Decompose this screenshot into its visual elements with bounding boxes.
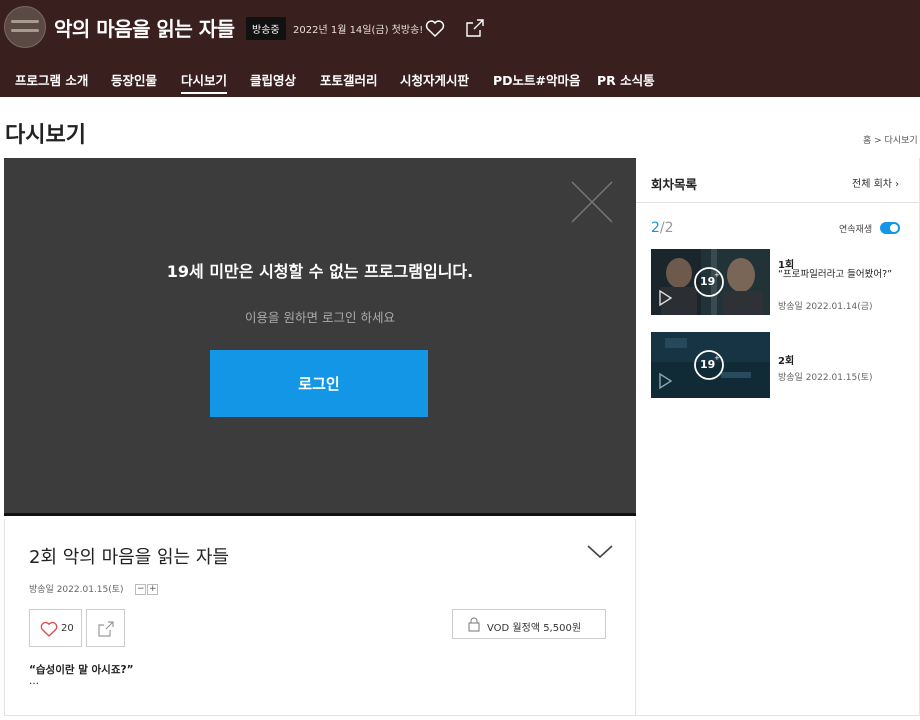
episode-thumbnail[interactable]: 19 + — [651, 249, 770, 315]
episode-air-date: 방송일 2022.01.14(금) — [778, 302, 873, 312]
episode-number: 2회 — [778, 356, 795, 367]
episode-subtitle: “프로파일러라고 들어봤어?” — [778, 269, 893, 280]
episode-more-text: … — [29, 676, 39, 687]
tab-pr-news[interactable]: PR 소식통 — [597, 70, 655, 89]
share-icon[interactable] — [463, 16, 487, 40]
autoplay-label: 연속재생 — [839, 225, 873, 235]
tab-intro[interactable]: 프로그램 소개 — [15, 70, 88, 89]
episode-list-header: 회차목록 전체 회차 › — [636, 158, 920, 203]
login-button[interactable]: 로그인 — [210, 350, 428, 417]
rating-plus: + — [714, 354, 720, 362]
episode-counter: 2/2 — [651, 220, 674, 236]
autoplay-toggle[interactable] — [880, 222, 900, 234]
episode-item-2[interactable]: 19 + 2회 방송일 2022.01.15(토) — [651, 332, 911, 402]
rating-plus: + — [714, 271, 720, 279]
program-logo[interactable] — [4, 6, 46, 48]
tab-viewer-board[interactable]: 시청자게시판 — [400, 70, 469, 89]
vod-subscription-button[interactable]: VOD 월정액 5,500원 — [452, 609, 606, 639]
chevron-down-icon[interactable] — [586, 543, 614, 561]
program-title[interactable]: 악의 마음을 읽는 자들 — [54, 13, 235, 42]
episode-quote: “습성이란 말 아시죠?” — [29, 664, 134, 676]
tab-photo-gallery[interactable]: 포토갤러리 — [320, 70, 378, 89]
vod-label: VOD 월정액 5,500원 — [487, 623, 582, 634]
share-button[interactable] — [86, 609, 125, 647]
tab-clips[interactable]: 클립영상 — [250, 70, 296, 89]
breadcrumb[interactable]: 홈 > 다시보기 — [863, 133, 918, 146]
episode-air-date: 방송일 2022.01.15(토) — [778, 373, 873, 383]
episode-info: 2회 악의 마음을 읽는 자들 방송일 2022.01.15(토) − + 20 … — [4, 519, 636, 716]
air-info: 2022년 1월 14일(금) 첫방송! — [293, 25, 424, 36]
episode-thumbnail[interactable]: 19 + — [651, 332, 770, 398]
air-date-text: 방송일 2022.01.15(토) — [29, 585, 124, 595]
tab-pd-note[interactable]: PD노트#악마음 — [493, 70, 581, 89]
heart-icon[interactable] — [423, 16, 447, 40]
episode-list-title: 회차목록 — [651, 177, 698, 192]
episode-list-panel: 회차목록 전체 회차 › 2/2 연속재생 19 + 1회 “프로파일러라고 들… — [636, 158, 920, 716]
share-icon — [98, 621, 114, 637]
tab-replay[interactable]: 다시보기 — [181, 70, 228, 94]
status-badge: 방송중 — [246, 17, 286, 40]
font-increase-button[interactable]: + — [147, 584, 159, 595]
program-header: 악의 마음을 읽는 자들 방송중 2022년 1월 14일(금) 첫방송! 프로… — [0, 0, 920, 97]
episode-air-date: 방송일 2022.01.15(토) − + — [29, 582, 159, 595]
tab-characters[interactable]: 등장인물 — [111, 70, 157, 89]
episode-item-1[interactable]: 19 + 1회 “프로파일러라고 들어봤어?” 방송일 2022.01.14(금… — [651, 249, 911, 319]
like-count: 20 — [61, 623, 74, 634]
page-title: 다시보기 — [5, 123, 86, 148]
login-prompt: 이용을 원하면 로그인 하세요 — [245, 310, 395, 325]
counter-current: 2 — [651, 220, 660, 236]
age-restriction-message: 19세 미만은 시청할 수 없는 프로그램입니다. — [166, 262, 474, 281]
like-button[interactable]: 20 — [29, 609, 82, 647]
counter-total: /2 — [659, 220, 674, 236]
font-decrease-button[interactable]: − — [135, 584, 147, 595]
close-icon[interactable] — [570, 180, 614, 224]
video-player: 19세 미만은 시청할 수 없는 프로그램입니다. 이용을 원하면 로그인 하세… — [4, 158, 636, 516]
all-episodes-link[interactable]: 전체 회차 › — [852, 175, 899, 190]
episode-title: 2회 악의 마음을 읽는 자들 — [29, 547, 229, 568]
lock-icon — [468, 617, 480, 632]
